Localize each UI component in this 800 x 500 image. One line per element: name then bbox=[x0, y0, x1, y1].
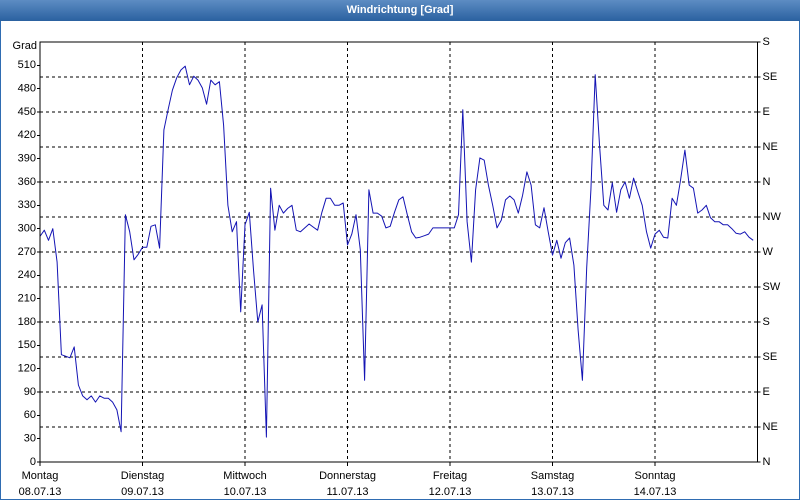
right-axis-label: E bbox=[763, 106, 770, 118]
x-axis-day-label: Montag bbox=[22, 470, 59, 482]
right-axis-label: SW bbox=[763, 281, 781, 293]
x-axis-date-label: 09.07.13 bbox=[121, 486, 164, 498]
left-axis-label: 480 bbox=[18, 83, 36, 95]
y-axis-title: Grad bbox=[13, 40, 37, 52]
right-axis-label: NE bbox=[763, 421, 778, 433]
x-axis-day-label: Donnerstag bbox=[319, 470, 376, 482]
left-axis-label: 210 bbox=[18, 293, 36, 305]
left-axis-label: 90 bbox=[24, 386, 36, 398]
axes: N NE E SE S SW W NW N NE E SE S 0 30 60 90 120 150 180 210 24… bbox=[13, 36, 782, 498]
right-axis-label: S bbox=[763, 316, 770, 328]
right-axis-label: SE bbox=[763, 351, 778, 363]
left-axis-label: 300 bbox=[18, 223, 36, 235]
x-axis-date-label: 08.07.13 bbox=[19, 486, 62, 498]
left-axis-label: 420 bbox=[18, 129, 36, 141]
right-axis-label: W bbox=[763, 246, 774, 258]
right-axis-label: S bbox=[763, 36, 770, 48]
chart-window: Windrichtung [Grad] N NE E SE S SW W NW N NE E SE S 0… bbox=[0, 0, 800, 500]
plot-frame bbox=[39, 41, 758, 463]
left-axis-label: 450 bbox=[18, 106, 36, 118]
left-axis-label: 30 bbox=[24, 433, 36, 445]
x-axis-date-label: 11.07.13 bbox=[326, 486, 368, 498]
left-axis-label: 240 bbox=[18, 269, 36, 281]
left-axis-label: 270 bbox=[18, 246, 36, 258]
left-axis-label: 510 bbox=[18, 59, 36, 71]
left-axis-label: 120 bbox=[18, 363, 36, 375]
x-axis-day-label: Sonntag bbox=[635, 470, 676, 482]
x-axis-day-label: Samstag bbox=[531, 470, 574, 482]
x-axis-day-label: Dienstag bbox=[121, 470, 164, 482]
x-axis-day-label: Freitag bbox=[433, 470, 467, 482]
right-axis-label: E bbox=[763, 386, 770, 398]
grid-lines bbox=[40, 42, 758, 462]
x-axis-day-label: Mittwoch bbox=[223, 470, 266, 482]
left-axis-label: 330 bbox=[18, 199, 36, 211]
wind-direction-chart: N NE E SE S SW W NW N NE E SE S 0 30 60 90 120 150 180 210 24… bbox=[13, 36, 782, 498]
x-axis-date-label: 13.07.13 bbox=[531, 486, 574, 498]
right-axis-label: NE bbox=[763, 141, 778, 153]
right-axis-label: N bbox=[763, 456, 771, 468]
left-axis-label: 180 bbox=[18, 316, 36, 328]
x-axis-date-label: 10.07.13 bbox=[224, 486, 267, 498]
x-axis-date-label: 12.07.13 bbox=[429, 486, 472, 498]
left-axis-label: 150 bbox=[18, 339, 36, 351]
left-axis-label: 60 bbox=[24, 409, 36, 421]
left-axis-label: 0 bbox=[30, 456, 36, 468]
right-axis-label: NW bbox=[763, 211, 782, 223]
window-title-bar: Windrichtung [Grad] bbox=[0, 0, 800, 21]
left-axis-label: 390 bbox=[18, 153, 36, 165]
x-axis-date-label: 14.07.13 bbox=[634, 486, 677, 498]
right-axis-label: SE bbox=[763, 71, 778, 83]
left-axis-label: 360 bbox=[18, 176, 36, 188]
right-axis-label: N bbox=[763, 176, 771, 188]
